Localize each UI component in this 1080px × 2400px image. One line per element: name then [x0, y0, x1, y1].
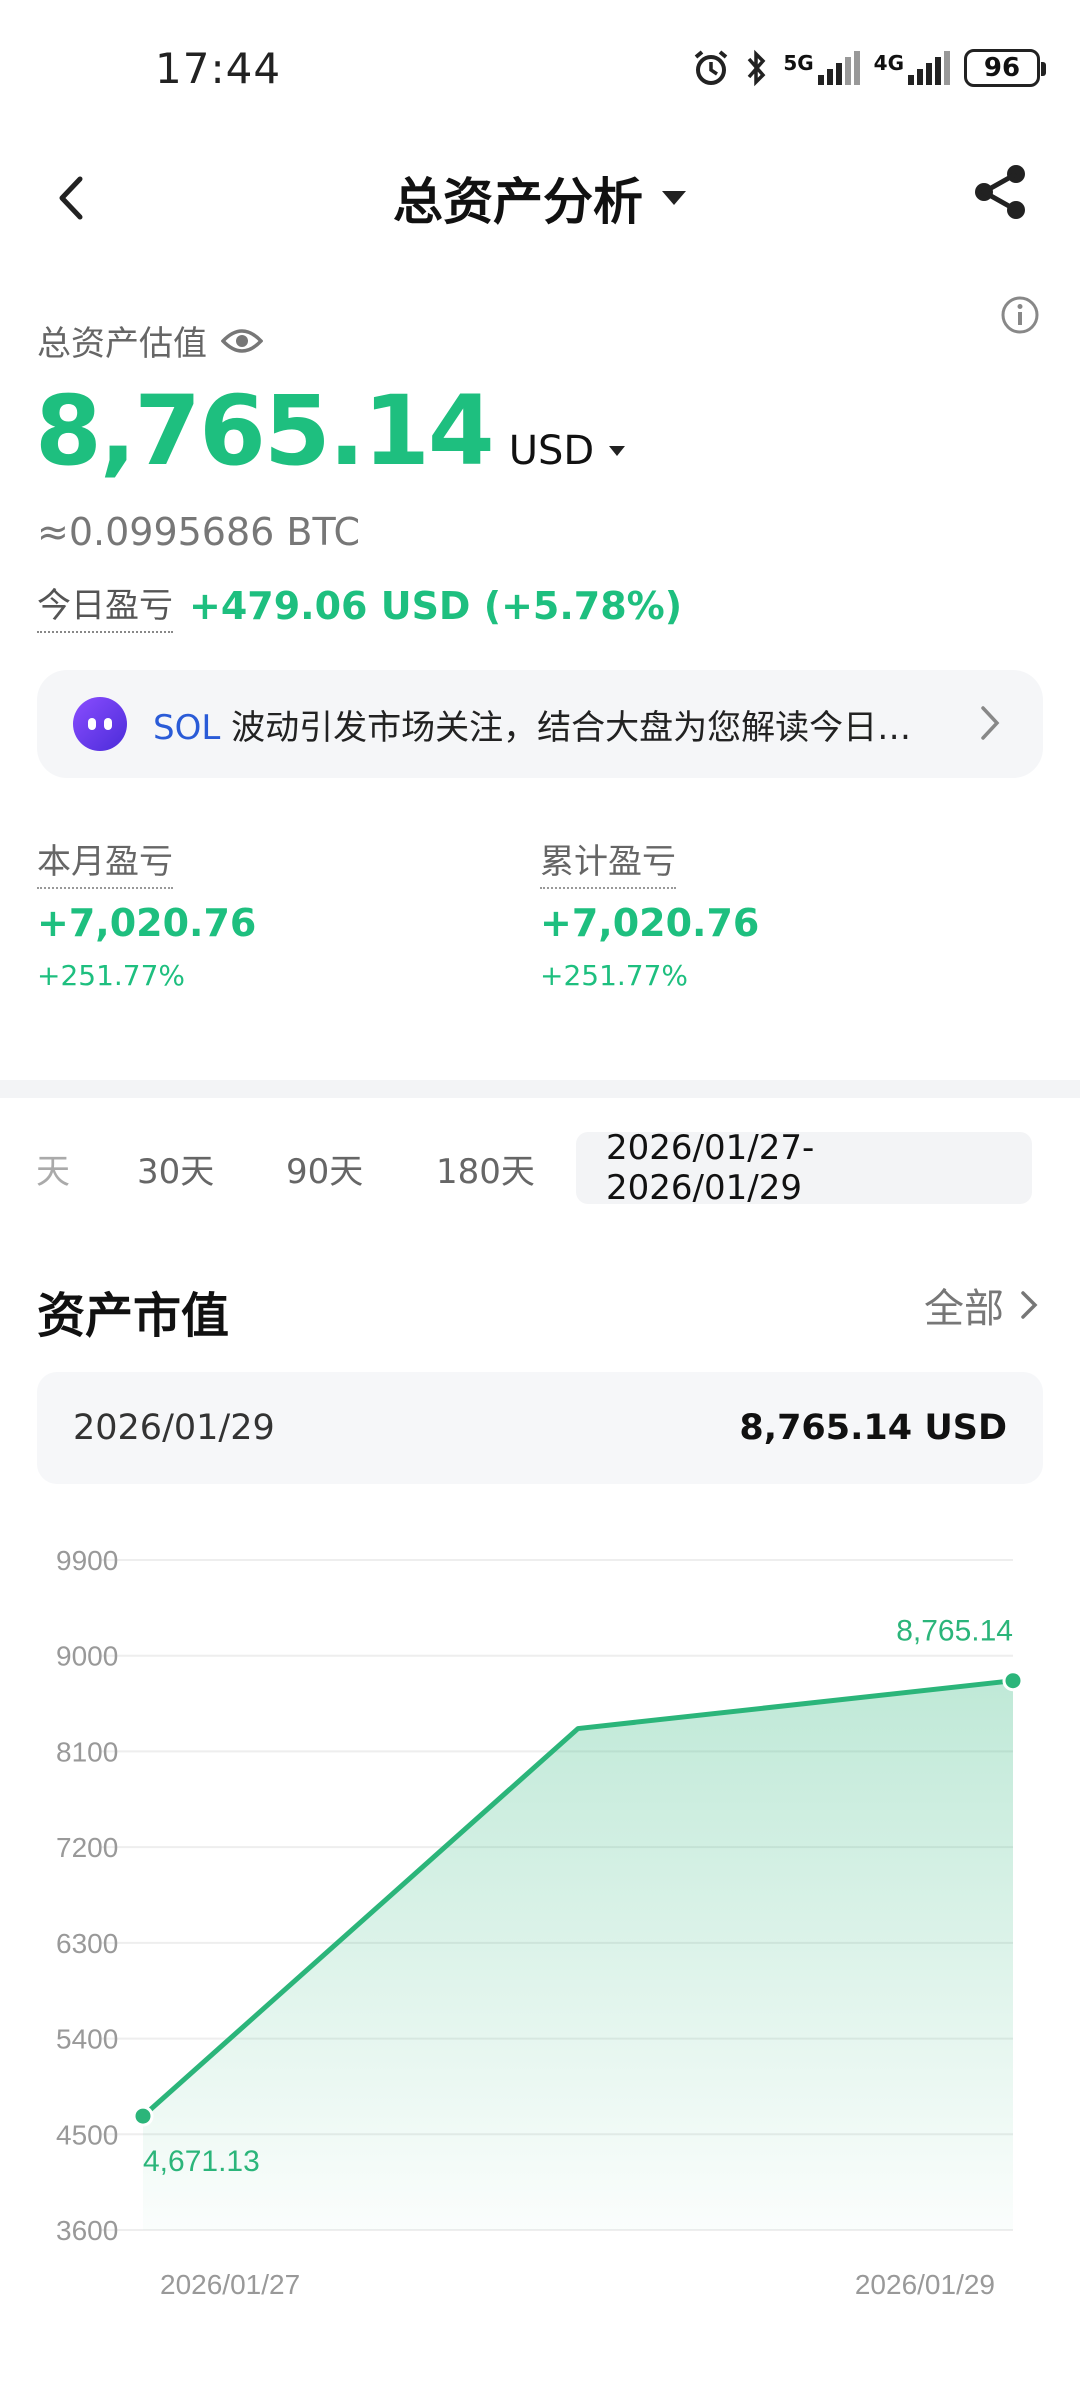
- status-icons: 5G 4G 96: [691, 48, 1046, 88]
- chart-tooltip-box: 2026/01/29 8,765.14 USD: [37, 1372, 1043, 1484]
- total-pnl-value: +7,020.76: [540, 901, 760, 945]
- y-tick-label: 5400: [56, 2024, 118, 2055]
- y-tick-label: 9000: [56, 1641, 118, 1672]
- status-time: 17:44: [155, 44, 282, 93]
- currency-selector[interactable]: USD: [509, 428, 626, 474]
- signal-5g: 5G: [783, 51, 860, 85]
- today-pnl-row: 今日盈亏 +479.06 USD (+5.78%): [37, 578, 682, 633]
- page-title: 总资产分析: [393, 173, 643, 231]
- chevron-right-icon: [1021, 1291, 1038, 1319]
- x-tick-label: 2026/01/29: [855, 2269, 995, 2300]
- section-divider: [0, 1080, 1080, 1098]
- section-title: 资产市值: [37, 1288, 230, 1344]
- month-pnl-percent: +251.77%: [37, 959, 186, 992]
- network-5g-label: 5G: [783, 51, 814, 75]
- y-axis: 9900 9000 8100 7200 6300 5400 4500 3600: [56, 1545, 118, 2246]
- info-icon: [1001, 296, 1039, 334]
- signal-4g: 4G: [874, 51, 950, 85]
- ai-insight-body: 波动引发市场关注，结合大盘为您解读今日市场动态: [231, 707, 913, 748]
- share-icon: [975, 165, 1025, 219]
- network-4g-label: 4G: [873, 51, 904, 75]
- month-pnl-value: +7,020.76: [37, 901, 257, 945]
- asset-value-chart[interactable]: 9900 9000 8100 7200 6300 5400 4500 3600 4,671.1…: [0, 1520, 1080, 2320]
- time-range-tabs: 天 30天 90天 180天 2026/01/27-2026/01/29: [0, 1128, 1080, 1208]
- total-pnl-label[interactable]: 累计盈亏: [540, 834, 676, 889]
- today-pnl-label[interactable]: 今日盈亏: [37, 578, 173, 633]
- total-asset-label: 总资产估值: [37, 324, 207, 364]
- y-tick-label: 6300: [56, 1928, 118, 1959]
- share-button[interactable]: [970, 162, 1030, 222]
- caret-down-icon: [662, 191, 686, 205]
- total-pnl-percent: +251.77%: [540, 959, 689, 992]
- y-tick-label: 7200: [56, 1832, 118, 1863]
- y-tick-label: 4500: [56, 2119, 118, 2150]
- today-pnl-value: +479.06 USD (+5.78%): [189, 583, 683, 628]
- eye-icon[interactable]: [221, 327, 263, 355]
- x-axis: 2026/01/27 2026/01/29: [160, 2269, 995, 2300]
- caret-down-icon: [609, 446, 626, 456]
- signal-bars-icon: [817, 51, 860, 85]
- month-pnl: 本月盈亏 +7,020.76 +251.77%: [37, 834, 256, 992]
- currency-label: USD: [508, 428, 595, 474]
- btc-equivalent: ≈0.0995686 BTC: [37, 510, 360, 554]
- battery-indicator: 96: [964, 49, 1046, 87]
- alarm-icon: [695, 50, 728, 85]
- y-tick-label: 9900: [56, 1545, 118, 1576]
- tab-range-180d[interactable]: 180天: [436, 1132, 535, 1204]
- month-pnl-label[interactable]: 本月盈亏: [37, 834, 173, 889]
- signal-bars-icon: [908, 51, 950, 85]
- y-tick-label: 3600: [56, 2215, 118, 2246]
- chevron-right-icon: [981, 706, 1000, 740]
- page-title-dropdown[interactable]: 总资产分析: [0, 162, 1080, 234]
- info-button[interactable]: [1000, 295, 1040, 335]
- tab-range-custom[interactable]: 2026/01/27-2026/01/29: [576, 1128, 1032, 1208]
- view-all-link[interactable]: 全部: [924, 1276, 1038, 1334]
- data-point: [132, 2105, 154, 2127]
- tab-range-90d[interactable]: 90天: [286, 1132, 363, 1204]
- y-tick-label: 8100: [56, 1736, 118, 1767]
- tab-range-30d[interactable]: 30天: [137, 1132, 214, 1204]
- status-bar: 17:44 5G 4G 96: [0, 0, 1080, 140]
- ai-insight-highlight: SOL: [153, 707, 221, 748]
- total-asset-value-row: 8,765.14 USD: [35, 375, 626, 487]
- ai-assistant-icon: [73, 697, 127, 751]
- nav-bar: 总资产分析: [0, 140, 1080, 250]
- bluetooth-icon: [747, 49, 766, 87]
- ai-insight-banner[interactable]: SOL 波动引发市场关注，结合大盘为您解读今日市场动态: [37, 670, 1043, 778]
- total-asset-value: 8,765.14: [35, 375, 495, 487]
- total-asset-label-row: 总资产估值: [37, 316, 263, 365]
- total-pnl: 累计盈亏 +7,020.76 +251.77%: [540, 834, 759, 992]
- selected-value: 8,765.14 USD: [739, 1408, 1007, 1448]
- tab-range-day[interactable]: 天: [36, 1132, 70, 1204]
- data-point: [1002, 1670, 1024, 1692]
- data-label-start: 4,671.13: [143, 2145, 260, 2178]
- chart-area: [143, 1680, 1013, 2230]
- data-label-end: 8,765.14: [896, 1615, 1013, 1648]
- x-tick-label: 2026/01/27: [160, 2269, 300, 2300]
- selected-date: 2026/01/29: [73, 1408, 275, 1448]
- ai-insight-text: SOL 波动引发市场关注，结合大盘为您解读今日市场动态: [153, 700, 913, 749]
- view-all-label: 全部: [924, 1286, 1004, 1332]
